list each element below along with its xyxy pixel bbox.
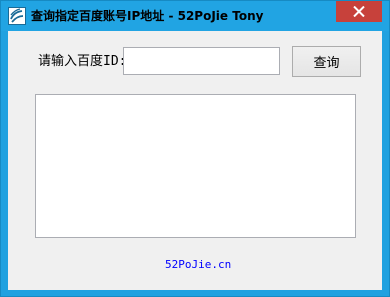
baidu-id-input[interactable]	[123, 47, 280, 75]
close-icon	[353, 6, 365, 17]
app-logo-icon	[8, 7, 26, 25]
app-window: 查询指定百度账号IP地址 - 52PoJie Tony 请输入百度ID: 查询 …	[0, 0, 390, 297]
window-title: 查询指定百度账号IP地址 - 52PoJie Tony	[31, 9, 264, 23]
footer-link[interactable]: 52PoJie.cn	[165, 258, 231, 271]
close-button[interactable]	[336, 1, 382, 22]
baidu-id-label: 请输入百度ID:	[38, 54, 127, 69]
client-area: 请输入百度ID: 查询 52PoJie.cn	[8, 31, 382, 290]
title-bar[interactable]: 查询指定百度账号IP地址 - 52PoJie Tony	[1, 1, 389, 31]
result-textarea[interactable]	[35, 94, 356, 238]
query-button[interactable]: 查询	[292, 46, 361, 77]
